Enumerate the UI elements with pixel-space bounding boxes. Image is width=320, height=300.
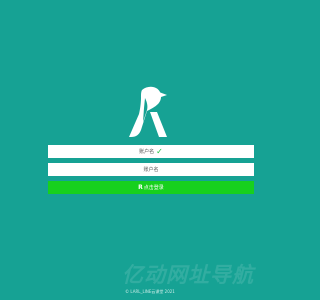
password-field[interactable]: 账户名 [48, 163, 254, 176]
logo-small-icon: R [138, 184, 143, 191]
account-field[interactable]: 账户名 ✓ [48, 145, 254, 158]
login-button-label: 点击登录 [143, 185, 164, 191]
footer-copyright: © LARL_LINE云课堂 2021 [125, 289, 175, 294]
password-placeholder: 账户名 [143, 167, 159, 173]
bird-r-logo-icon [129, 86, 167, 137]
watermark-text: 亿动网址导航 [122, 263, 254, 287]
check-icon: ✓ [156, 146, 163, 156]
login-button[interactable]: R 点击登录 [48, 181, 254, 194]
account-placeholder: 账户名 [139, 149, 155, 155]
